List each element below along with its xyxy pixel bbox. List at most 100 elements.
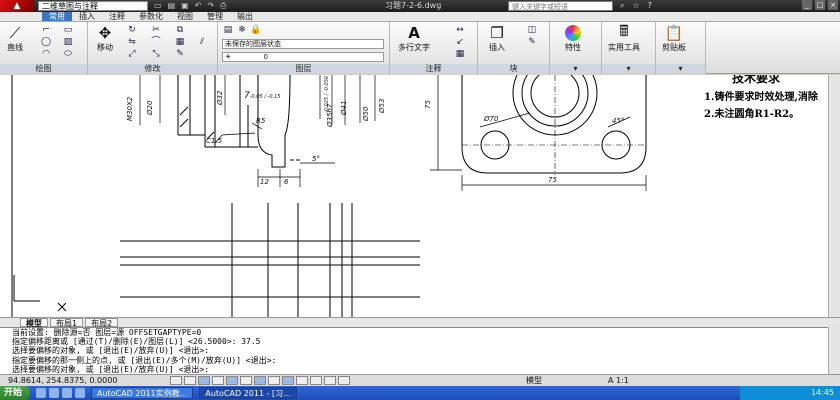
calculator-icon: 🖩 [619, 21, 629, 40]
application-menu-button[interactable]: ▲ [0, 0, 34, 12]
ortho-toggle[interactable] [198, 376, 210, 385]
mtext-button[interactable]: A 多行文字 [398, 24, 430, 53]
layer-dropdown[interactable]: ☀ 0 [222, 52, 384, 62]
tab-insert[interactable]: 插入 [72, 12, 102, 21]
tab-annotate[interactable]: 注释 [102, 12, 132, 21]
command-scrollbar[interactable] [828, 327, 840, 374]
tab-view[interactable]: 视图 [170, 12, 200, 21]
otrack-toggle[interactable] [254, 376, 266, 385]
command-line: 指定偏移距离或 [通过(T)/删除(E)/图层(L)] <26.5000>: 3… [12, 337, 261, 347]
scale-icon[interactable]: ⤡ [150, 49, 162, 59]
new-icon[interactable]: ▭ [154, 1, 162, 11]
redo-icon[interactable]: ↷ [207, 1, 214, 11]
clipboard-button[interactable]: 📋 剪贴板 [662, 24, 686, 53]
osnap-toggle[interactable] [226, 376, 238, 385]
maximize-button[interactable]: □ [815, 0, 825, 10]
ducs-toggle[interactable] [268, 376, 280, 385]
utilities-button[interactable]: 🖩 实用工具 [608, 21, 640, 53]
trim-icon[interactable]: ✂ [150, 25, 162, 35]
arc-icon[interactable]: ◠ [40, 49, 52, 59]
drawing-vertical-scrollbar[interactable] [828, 75, 840, 317]
layers-panel-label[interactable]: 图层 [218, 64, 389, 74]
line-button[interactable]: ⟋ 直线 [4, 24, 26, 53]
open-icon[interactable]: ▤ [168, 1, 176, 11]
draw-panel-label[interactable]: 绘图 [0, 64, 87, 74]
quick-launch-icon[interactable] [75, 388, 86, 398]
binoculars-icon[interactable]: ⌕ [620, 0, 624, 12]
modify-panel-label[interactable]: 修改 [88, 64, 217, 74]
rectangle-icon[interactable]: ▭ [62, 25, 74, 35]
layers-panel: ▤ ❄ 🔒 未保存的图层状态 ☀ 0 图层 [218, 22, 390, 74]
offset-icon[interactable]: ⫽ [196, 37, 208, 47]
circle-icon[interactable]: ◯ [40, 37, 52, 47]
stretch-icon[interactable]: ⤢ [126, 49, 138, 59]
move-button[interactable]: ✥ 移动 [94, 24, 116, 53]
erase-icon[interactable]: ✎ [174, 49, 186, 59]
print-icon[interactable]: ⎙ [220, 1, 226, 11]
search-input[interactable]: 键入关键字或短语 [508, 1, 613, 11]
properties-button[interactable]: 特性 [562, 24, 584, 53]
dimension-icon[interactable]: ↔ [454, 25, 466, 35]
create-block-icon[interactable]: ◫ [526, 25, 538, 35]
workspace-dropdown[interactable]: 二维草图与注释 [38, 1, 148, 11]
selection-cycling-toggle[interactable] [338, 376, 350, 385]
grid-toggle[interactable] [184, 376, 196, 385]
quick-properties-toggle[interactable] [324, 376, 336, 385]
ellipse-icon[interactable]: ⬭ [62, 49, 74, 59]
3d-osnap-toggle[interactable] [240, 376, 252, 385]
fillet-icon[interactable]: ⌒ [150, 37, 162, 47]
table-icon[interactable]: ▦ [454, 49, 466, 59]
copy-icon[interactable]: ⧉ [174, 25, 186, 35]
taskbar-item-autocad[interactable]: AutoCAD 2011 - [习... [199, 387, 297, 399]
insert-block-button[interactable]: ❐ 插入 [486, 24, 508, 53]
tab-manage[interactable]: 管理 [200, 12, 230, 21]
transparency-toggle[interactable] [310, 376, 322, 385]
undo-icon[interactable]: ↶ [195, 1, 202, 11]
clock: 14:45 [810, 388, 834, 397]
leader-icon[interactable]: ↙ [454, 37, 466, 47]
edit-block-icon[interactable]: ✎ [526, 37, 538, 47]
properties-panel-footer[interactable]: ▾ [550, 64, 601, 74]
annotation-panel-label[interactable]: 注释 [390, 64, 477, 74]
polar-toggle[interactable] [212, 376, 224, 385]
layer-freeze-icon[interactable]: ❄ [236, 25, 248, 35]
snap-toggle[interactable] [170, 376, 182, 385]
taskbar-item-document[interactable]: AutoCAD 2011实例教... [91, 387, 194, 399]
start-button[interactable]: 开始 [0, 386, 31, 400]
block-panel: ❐ 插入 ◫ ✎ 块 [478, 22, 550, 74]
tab-layout1[interactable]: 布局1 [50, 318, 84, 328]
clipboard-panel-footer[interactable]: ▾ [656, 64, 705, 74]
layer-properties-icon[interactable]: ▤ [222, 25, 234, 35]
tab-parametric[interactable]: 参数化 [132, 12, 170, 21]
mirror-icon[interactable]: ⇋ [126, 37, 138, 47]
dyn-toggle[interactable] [282, 376, 294, 385]
window-controls: _ □ × [802, 0, 838, 10]
layer-lock-icon[interactable]: 🔒 [250, 25, 262, 35]
utilities-panel-footer[interactable]: ▾ [602, 64, 655, 74]
help-icon[interactable]: ? [648, 0, 652, 12]
close-button[interactable]: × [828, 0, 838, 10]
star-icon[interactable]: ☆ [632, 0, 639, 12]
minimize-button[interactable]: _ [802, 0, 812, 10]
polyline-icon[interactable]: ⌐ [40, 25, 52, 35]
quick-launch-icon[interactable] [49, 388, 60, 398]
layer-state-dropdown[interactable]: 未保存的图层状态 [222, 39, 384, 49]
tab-layout2[interactable]: 布局2 [85, 318, 119, 328]
tab-home[interactable]: 常用 [42, 12, 72, 21]
lineweight-toggle[interactable] [296, 376, 308, 385]
drawing-canvas[interactable]: M30X2 Ø20 Ø32 7-0.05 / -0.15 -0.025 / -0… [0, 75, 828, 317]
quick-launch-icon[interactable] [62, 388, 73, 398]
coordinate-readout: 94.8614, 254.8375, 0.0000 [8, 376, 118, 385]
block-panel-label[interactable]: 块 [478, 64, 549, 74]
current-layer-value: 0 [263, 53, 268, 61]
save-icon[interactable]: ▣ [181, 1, 189, 11]
array-icon[interactable]: ▦ [174, 37, 186, 47]
quick-launch-icon[interactable] [36, 388, 47, 398]
dim-c15: C1.5 [206, 137, 223, 145]
tab-model[interactable]: 模型 [20, 318, 48, 328]
tab-output[interactable]: 输出 [230, 12, 260, 21]
command-window[interactable]: 当前设置: 删除源=否 图层=源 OFFSETGAPTYPE=0 指定偏移距离或… [0, 327, 828, 374]
hatch-icon[interactable]: ▨ [62, 37, 74, 47]
rotate-icon[interactable]: ↻ [126, 25, 138, 35]
taskbar: 开始 AutoCAD 2011实例教... AutoCAD 2011 - [习.… [0, 386, 840, 400]
